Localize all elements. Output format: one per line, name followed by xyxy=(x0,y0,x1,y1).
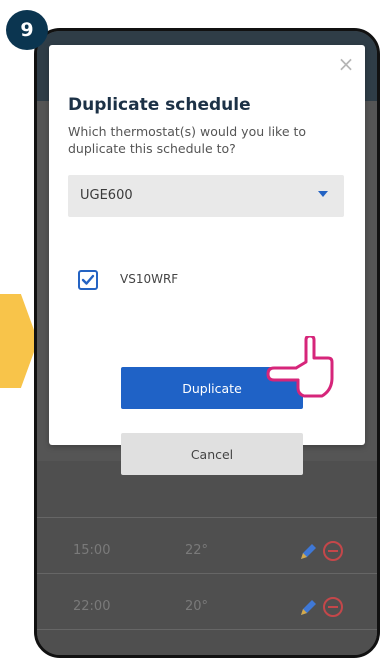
schedule-time: 15:00 xyxy=(73,543,111,558)
dialog-title: Duplicate schedule xyxy=(68,95,251,115)
schedule-time: 22:00 xyxy=(73,599,111,614)
yellow-arrow-icon xyxy=(0,294,38,388)
schedule-temp: 22° xyxy=(185,543,209,558)
remove-circle-icon[interactable] xyxy=(323,597,343,617)
hand-pointer-icon xyxy=(266,334,356,406)
caret-down-icon xyxy=(318,191,328,197)
screenshot-stage: 9 15:00 22° 22:00 20° × Duplicate schedu… xyxy=(0,0,382,659)
checkmark-icon xyxy=(81,274,95,285)
step-badge: 9 xyxy=(6,10,48,50)
schedule-temp: 20° xyxy=(185,599,209,614)
schedule-list: 15:00 22° 22:00 20° xyxy=(37,461,377,655)
schedule-row xyxy=(37,629,377,655)
cancel-button[interactable]: Cancel xyxy=(121,433,303,475)
pencil-icon[interactable] xyxy=(297,541,319,563)
remove-circle-icon[interactable] xyxy=(323,541,343,561)
schedule-row[interactable]: 22:00 20° xyxy=(37,573,377,630)
thermostat-checkbox[interactable] xyxy=(78,270,98,290)
schedule-row[interactable]: 15:00 22° xyxy=(37,517,377,574)
pencil-icon[interactable] xyxy=(297,597,319,619)
step-number: 9 xyxy=(20,19,34,41)
checkbox-label: VS10WRF xyxy=(120,272,179,286)
select-value: UGE600 xyxy=(80,188,133,203)
dialog-subtitle: Which thermostat(s) would you like to du… xyxy=(68,124,307,156)
thermostat-option[interactable]: VS10WRF xyxy=(68,267,344,297)
close-icon[interactable]: × xyxy=(337,54,355,74)
thermostat-select[interactable]: UGE600 xyxy=(68,175,344,217)
